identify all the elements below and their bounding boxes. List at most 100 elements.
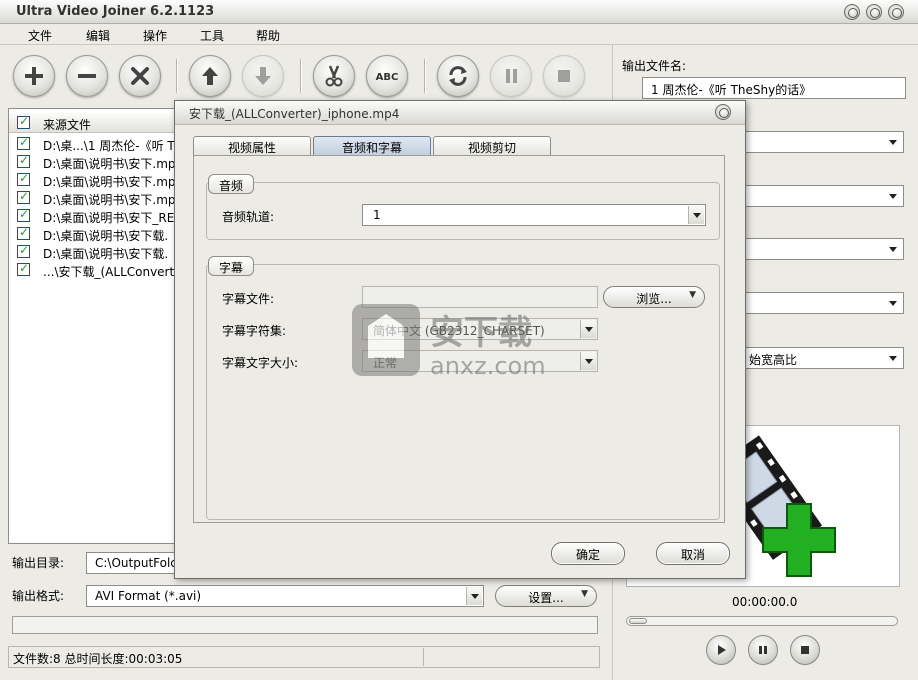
stop-icon: [558, 70, 570, 82]
close-button[interactable]: [888, 4, 904, 20]
audio-track-label: 音频轨道:: [222, 210, 275, 224]
file-path: D:\桌面\说明书\安下.mp: [43, 193, 176, 207]
subtitle-group-title: 字幕: [208, 256, 255, 276]
toolbar-separator: [424, 59, 426, 93]
convert-button[interactable]: [437, 55, 479, 97]
cut-button[interactable]: [313, 55, 355, 97]
option-select[interactable]: [740, 131, 904, 153]
playback-time: 00:00:00.0: [732, 595, 798, 609]
output-format-value: AVI Format (*.avi): [95, 589, 202, 603]
option-select[interactable]: [740, 238, 904, 260]
file-path: D:\桌面\说明书\安下_RE: [43, 211, 175, 225]
subtitle-file-label: 字幕文件:: [222, 292, 275, 306]
toolbar-separator: [176, 59, 178, 93]
option-select[interactable]: [740, 185, 904, 207]
watermark: 安下载 anxz.com: [350, 298, 570, 380]
dialog-close-button[interactable]: [715, 104, 731, 120]
row-checkbox[interactable]: [17, 153, 30, 168]
tab-label: 音频和字幕: [341, 141, 402, 155]
move-down-button[interactable]: [242, 55, 284, 97]
row-checkbox[interactable]: [17, 135, 30, 150]
toolbar-separator: [300, 59, 302, 93]
clear-button[interactable]: [119, 55, 161, 97]
watermark-en: anxz.com: [430, 352, 546, 380]
select-all-checkbox[interactable]: [17, 114, 30, 129]
ok-button-label: 确定: [575, 548, 600, 562]
status-bar: 文件数:8 总时间长度:00:03:05: [8, 646, 600, 668]
chevron-down-icon: ▼: [689, 290, 696, 300]
seek-slider[interactable]: [626, 616, 898, 626]
audio-track-value: 1: [373, 208, 381, 222]
file-path: ...\安下载_(ALLConvert: [43, 265, 175, 279]
row-checkbox[interactable]: [17, 225, 30, 240]
remove-icon: [78, 74, 96, 78]
option-select[interactable]: [740, 292, 904, 314]
move-up-button[interactable]: [189, 55, 231, 97]
status-text: 文件数:8 总时间长度:00:03:05: [13, 652, 183, 666]
browse-button-label: 浏览...: [636, 292, 672, 306]
chevron-down-icon: ▼: [581, 589, 588, 599]
tab-label: 视频属性: [227, 141, 276, 155]
seek-handle[interactable]: [629, 618, 647, 624]
output-format-label: 输出格式:: [12, 589, 65, 603]
aspect-ratio-select[interactable]: 始宽高比: [740, 347, 904, 369]
dialog-title: 安下载_(ALLConverter)_iphone.mp4: [189, 107, 400, 121]
title-bar: Ultra Video Joiner 6.2.1123: [0, 0, 918, 24]
ok-button[interactable]: 确定: [551, 542, 625, 565]
audio-track-select[interactable]: 1: [362, 204, 706, 226]
cut-icon: [325, 65, 343, 87]
watermark-logo-icon: 安下载 anxz.com: [352, 304, 546, 380]
abc-icon: ABC: [376, 72, 399, 83]
play-button[interactable]: [706, 635, 736, 665]
window-title: Ultra Video Joiner 6.2.1123: [16, 4, 215, 19]
pause-icon: [759, 646, 767, 654]
menu-edit[interactable]: 编辑: [86, 27, 110, 44]
file-path: D:\桌面\说明书\安下.mp: [43, 157, 176, 171]
file-path: D:\桌面\说明书\安下载.: [43, 229, 169, 243]
move-up-icon: [202, 67, 218, 85]
add-button[interactable]: [13, 55, 55, 97]
tab-audio-subtitle[interactable]: 音频和字幕: [313, 136, 431, 155]
chevron-down-icon: [580, 320, 596, 338]
add-icon: [25, 67, 43, 85]
overall-progress-bar: [12, 616, 598, 634]
browse-button[interactable]: 浏览... ▼: [603, 286, 705, 308]
stop-playback-button[interactable]: [790, 635, 820, 665]
svg-text:ABC: ABC: [376, 72, 399, 83]
tab-label: 视频剪切: [467, 141, 516, 155]
stop-button[interactable]: [543, 55, 585, 97]
cancel-button[interactable]: 取消: [656, 542, 730, 565]
row-checkbox[interactable]: [17, 207, 30, 222]
tab-video-cut[interactable]: 视频剪切: [433, 136, 551, 155]
pause-icon: [506, 69, 517, 83]
pause-button[interactable]: [490, 55, 532, 97]
remove-button[interactable]: [66, 55, 108, 97]
menu-help[interactable]: 帮助: [256, 27, 280, 44]
pause-playback-button[interactable]: [748, 635, 778, 665]
row-checkbox[interactable]: [17, 171, 30, 186]
move-down-icon: [255, 67, 271, 85]
abc-button[interactable]: ABC: [366, 55, 408, 97]
settings-button-label: 设置...: [528, 591, 564, 605]
toolbar: ABC: [0, 45, 608, 107]
subtitle-charset-label: 字幕字符集:: [222, 324, 287, 338]
subtitle-size-label: 字幕文字大小:: [222, 356, 299, 370]
row-checkbox[interactable]: [17, 243, 30, 258]
settings-button[interactable]: 设置... ▼: [495, 585, 597, 607]
stop-icon: [801, 646, 809, 654]
output-dir-field[interactable]: C:\OutputFolc: [86, 552, 186, 574]
output-dir-label: 输出目录:: [12, 556, 65, 570]
minimize-button[interactable]: [844, 4, 860, 20]
menu-file[interactable]: 文件: [28, 27, 52, 44]
audio-group-title: 音频: [208, 174, 255, 194]
maximize-button[interactable]: [866, 4, 882, 20]
chevron-down-icon: [580, 352, 596, 370]
output-format-select[interactable]: AVI Format (*.avi): [86, 585, 484, 607]
menu-tools[interactable]: 工具: [200, 27, 224, 44]
output-name-field[interactable]: 1 周杰伦-《听 TheShy的话》: [642, 77, 906, 99]
file-path: D:\桌...\1 周杰伦-《听 T: [43, 139, 175, 153]
menu-operate[interactable]: 操作: [143, 27, 167, 44]
row-checkbox[interactable]: [17, 261, 30, 276]
row-checkbox[interactable]: [17, 189, 30, 204]
tab-video-properties[interactable]: 视频属性: [193, 136, 311, 155]
